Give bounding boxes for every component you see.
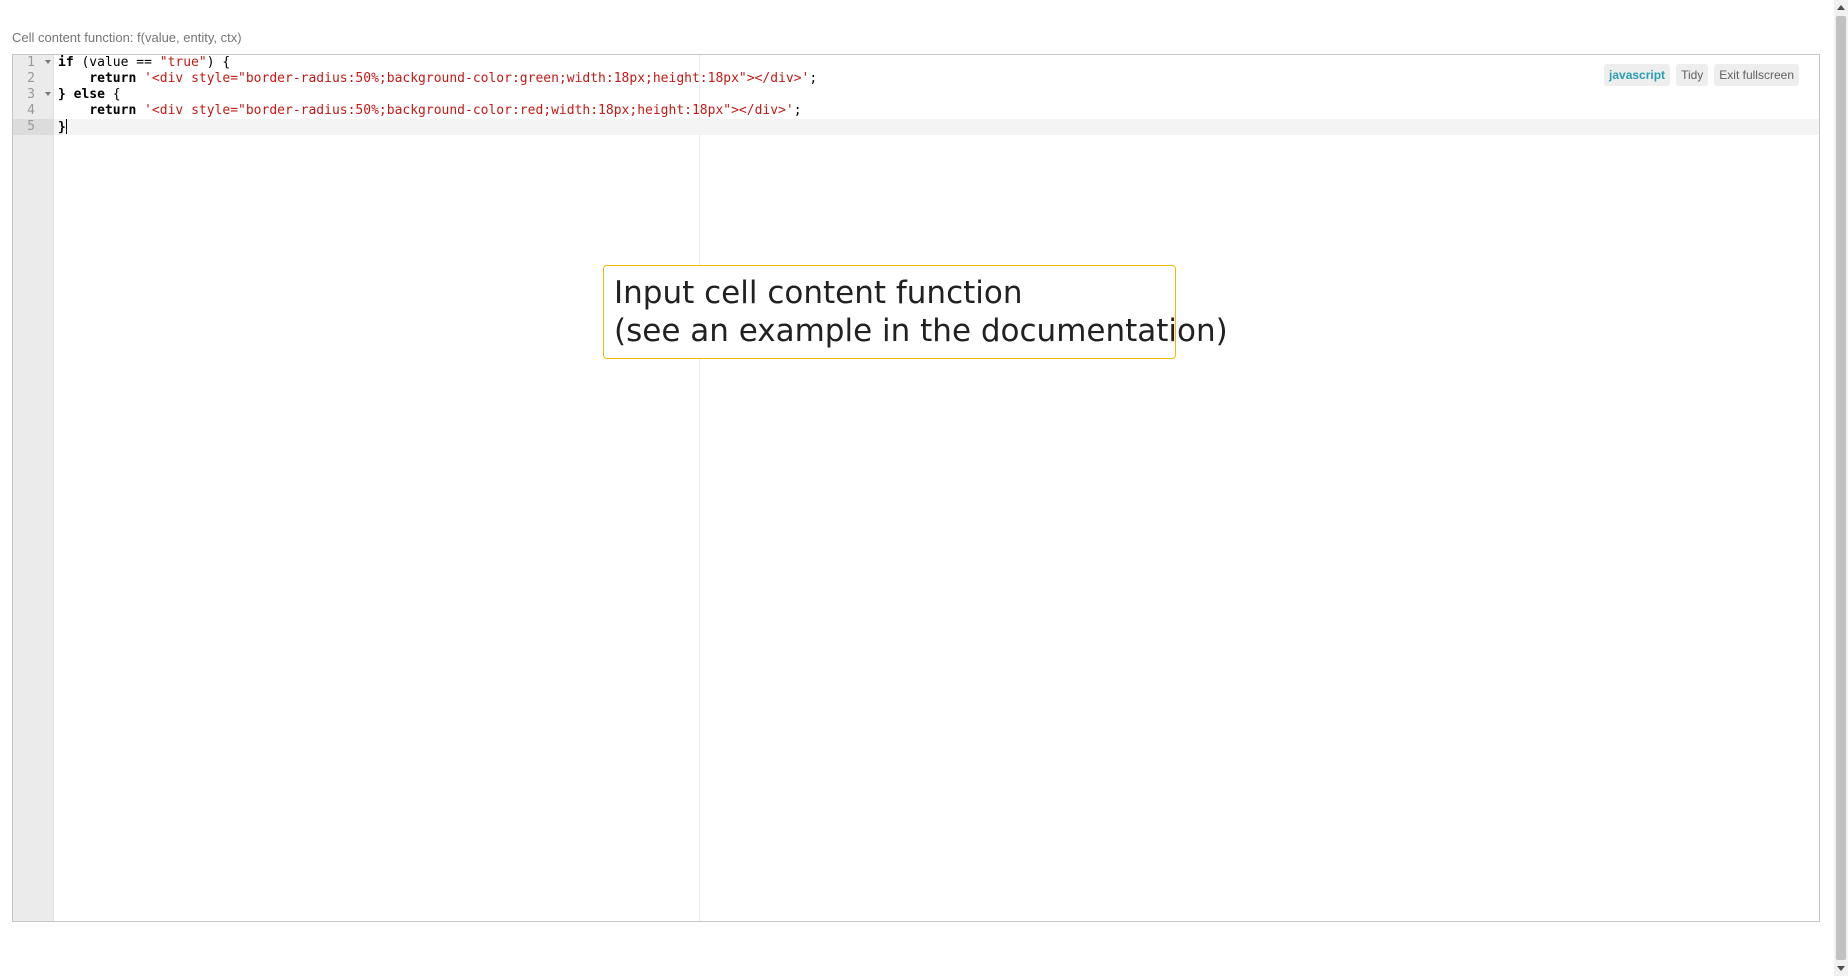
language-mode-button[interactable]: javascript	[1604, 64, 1671, 86]
code-line-4[interactable]: return '<div style="border-radius:50%;ba…	[58, 103, 802, 119]
code-text: {	[112, 87, 121, 102]
code-text: ;	[809, 71, 818, 86]
page: Cell content function: f(value, entity, …	[0, 0, 1848, 976]
code-keyword: } else	[58, 87, 105, 102]
line-number: 1	[27, 55, 35, 70]
text-cursor	[65, 119, 67, 134]
code-text: ) {	[206, 55, 231, 70]
line-number: 4	[27, 103, 35, 118]
code-keyword: return	[89, 71, 137, 86]
print-margin	[699, 55, 700, 921]
editor-placeholder: Input cell content function (see an exam…	[603, 265, 1228, 359]
gutter-line-3: 3	[13, 87, 54, 103]
scroll-down-icon[interactable]	[1837, 966, 1845, 971]
line-gutter: 1 2 3 4 5	[13, 55, 54, 921]
field-label: Cell content function: f(value, entity, …	[12, 30, 242, 45]
code-text: ;	[793, 103, 802, 118]
code-line-1[interactable]: if (value == "true") {	[58, 55, 230, 71]
tidy-button[interactable]: Tidy	[1676, 64, 1709, 86]
code-keyword: if	[58, 55, 74, 70]
fold-arrow-icon[interactable]	[45, 92, 51, 96]
gutter-line-1: 1	[13, 55, 54, 71]
code-keyword: return	[89, 103, 137, 118]
code-line-5[interactable]: }	[58, 119, 67, 135]
fold-arrow-icon[interactable]	[45, 60, 51, 64]
code-string: '<div style="border-radius:50%;backgroun…	[144, 103, 794, 118]
editor-toolbar: javascript Tidy Exit fullscreen	[1604, 64, 1799, 86]
scrollbar-thumb[interactable]	[1836, 16, 1846, 960]
scroll-up-icon[interactable]	[1837, 5, 1845, 10]
line-number: 3	[27, 87, 35, 102]
code-text: (value ==	[73, 55, 160, 70]
line-number: 2	[27, 71, 35, 86]
exit-fullscreen-button[interactable]: Exit fullscreen	[1714, 64, 1799, 86]
code-editor[interactable]: 1 2 3 4 5 if (value == "true") { return …	[12, 54, 1820, 922]
placeholder-line-1: Input cell content function	[614, 275, 1023, 311]
code-keyword: }	[58, 120, 66, 135]
code-line-2[interactable]: return '<div style="border-radius:50%;ba…	[58, 71, 817, 87]
gutter-line-2: 2	[13, 71, 54, 87]
gutter-line-5: 5	[13, 119, 54, 135]
line-number: 5	[27, 119, 35, 134]
code-line-3[interactable]: } else {	[58, 87, 121, 103]
code-string: '<div style="border-radius:50%;backgroun…	[144, 71, 810, 86]
gutter-line-4: 4	[13, 103, 54, 119]
code-string: "true"	[159, 55, 207, 70]
page-scrollbar[interactable]	[1834, 0, 1848, 976]
placeholder-line-2: (see an example in the documentation)	[614, 313, 1228, 349]
active-line-highlight	[54, 119, 1819, 135]
